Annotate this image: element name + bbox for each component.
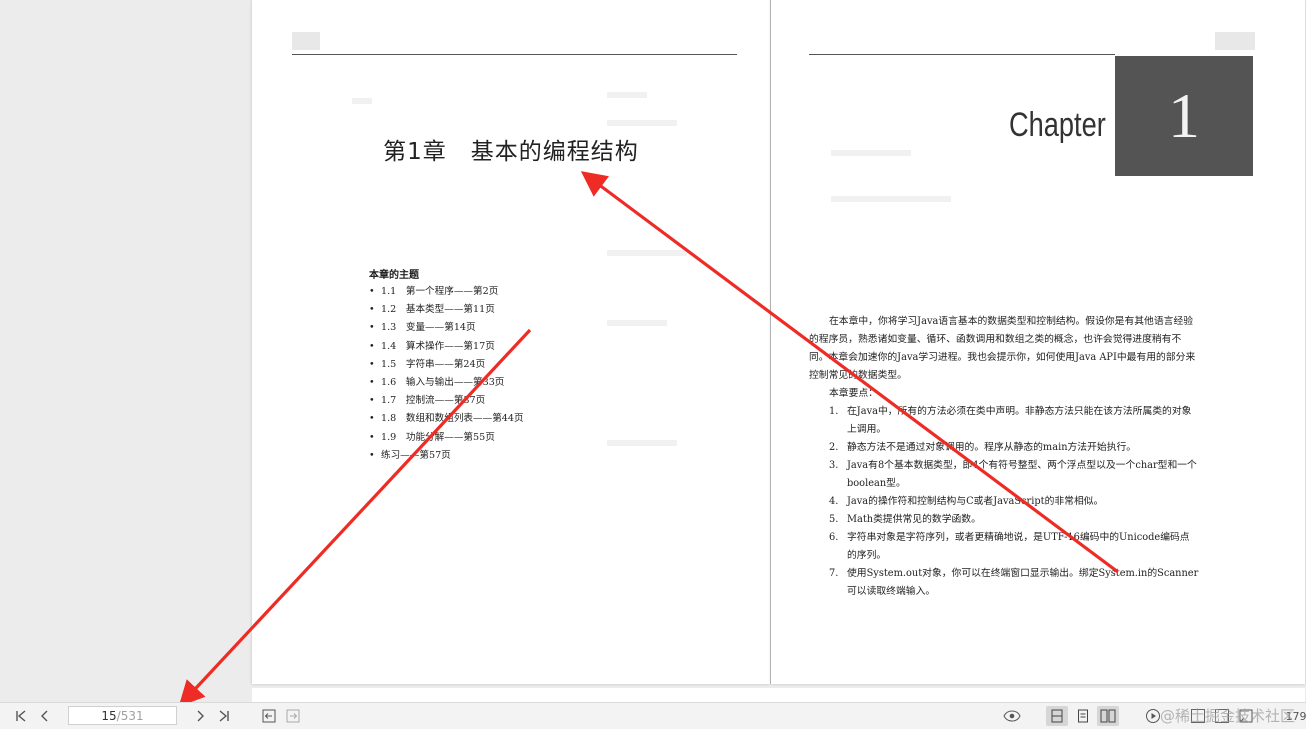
last-page-icon[interactable] [215,706,233,726]
bleed-ghost [607,250,687,256]
right-page: Chapter 1 在本章中，你将学习Java语言基本的数据类型和控制结构。假设… [771,0,1305,684]
key-points-list: 1. 在Java中，所有的方法必须在类中声明。非静态方法只能在该方法所属类的对象上… [829,403,1199,601]
total-pages: /531 [116,709,144,723]
chapter-number-box: 1 [1115,56,1253,176]
header-rule [809,54,1115,55]
chapter-intro: 在本章中，你将学习Java语言基本的数据类型和控制结构。假设你是有其他语言经验的… [809,316,1196,381]
next-page-edge [252,688,1305,702]
key-point: 6. 字符串对象是字符序列，或者更精确地说，是UTF-16编码中的Unicode编… [829,532,1190,561]
watermark: @稀土掘金技术社区 [1160,707,1296,725]
bleed-ghost [831,150,911,156]
toc-heading: 本章的主题 [369,270,419,281]
header-rule [292,54,737,55]
back-icon[interactable] [261,706,277,726]
first-page-icon[interactable] [12,706,30,726]
toc-item: • 1.8 数组和数组列表——第44页 [369,413,524,425]
left-page: 第1章 基本的编程结构 本章的主题 • 1.1 第一个程序——第2页 • 1.2 基… [252,0,770,684]
bleed-ghost [607,440,677,446]
next-page-icon[interactable] [191,706,209,726]
toc-item: • 1.7 控制流——第37页 [369,395,486,407]
header-ghost [292,32,320,50]
bleed-ghost [607,120,677,126]
key-point: 4. Java的操作符和控制结构与C或者JavaScript的非常相似。 [829,496,1104,507]
eye-icon[interactable] [1002,706,1022,726]
bottom-toolbar: 15/531 179 @稀土掘金技术社区 [0,702,1306,729]
bleed-ghost [607,320,667,326]
document-viewer[interactable]: 第1章 基本的编程结构 本章的主题 • 1.1 第一个程序——第2页 • 1.2 基… [0,0,1306,702]
key-point: 3. Java有8个基本数据类型，即4个有符号整型、两个浮点型以及一个char型和… [829,460,1197,489]
toc-item: • 1.1 第一个程序——第2页 [369,286,499,297]
header-ghost [1215,32,1255,50]
toc-list: • 1.1 第一个程序——第2页 • 1.2 基本类型——第11页 • 1.3 变量—… [369,283,524,465]
bleed-ghost [352,98,372,104]
toc-item: • 1.4 算术操作——第17页 [369,340,495,352]
key-point: 5. Math类提供常见的数学函数。 [829,514,981,525]
current-page: 15 [101,709,117,723]
prev-page-icon[interactable] [36,706,54,726]
toc-item: • 练习——第57页 [369,449,451,461]
toc-item: • 1.3 变量——第14页 [369,322,476,334]
key-point: 7. 使用System.out对象，你可以在终端窗口显示输出。绑定System.i… [829,568,1199,597]
page-number-input[interactable]: 15/531 [68,706,177,725]
chapter-title: 第1章 基本的编程结构 [383,139,639,165]
chapter-number: 1 [1168,80,1200,151]
key-points-label: 本章要点： [829,388,878,399]
toc-item: • 1.6 输入与输出——第33页 [369,376,505,388]
key-point: 1. 在Java中，所有的方法必须在类中声明。非静态方法只能在该方法所属类的对象上… [829,406,1192,435]
toc-item: • 1.5 字符串——第24页 [369,358,486,370]
two-page-icon[interactable] [1097,706,1119,726]
key-point: 2. 静态方法不是通过对象调用的。程序从静态的main方法开始执行。 [829,442,1137,453]
chapter-word: Chapter [1009,106,1106,144]
bleed-ghost [607,92,647,98]
bleed-ghost [831,196,951,202]
forward-icon[interactable] [285,706,301,726]
single-page-icon[interactable] [1046,706,1068,726]
toc-item: • 1.9 功能分解——第55页 [369,431,495,443]
toc-item: • 1.2 基本类型——第11页 [369,304,495,316]
continuous-page-icon[interactable] [1073,706,1093,726]
